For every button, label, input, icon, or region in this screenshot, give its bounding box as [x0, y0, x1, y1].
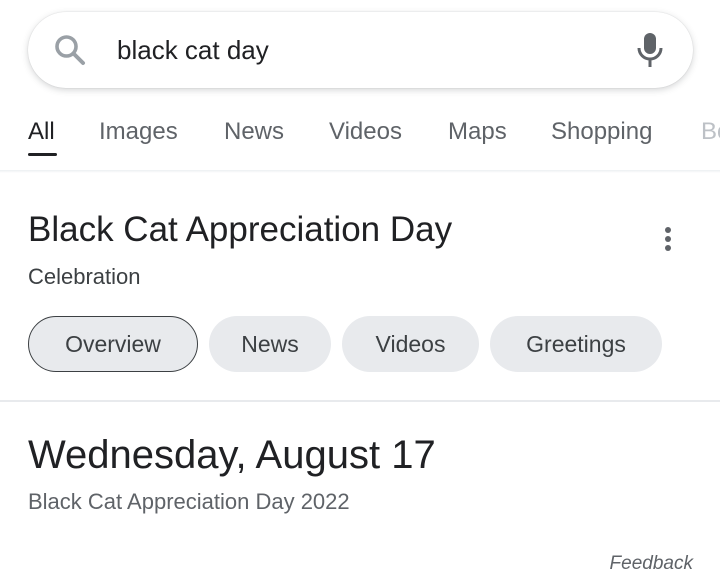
tab-all[interactable]: All: [28, 116, 55, 148]
chip-greetings-label: Greetings: [526, 330, 626, 357]
tab-news[interactable]: News: [224, 116, 284, 148]
search-bar[interactable]: black cat day: [28, 12, 693, 88]
tab-books[interactable]: Bo: [701, 116, 720, 148]
tab-images[interactable]: Images: [99, 116, 178, 148]
chip-news-label: News: [241, 330, 299, 357]
chip-videos-label: Videos: [375, 330, 446, 357]
chip-news[interactable]: News: [209, 316, 331, 372]
active-tab-indicator: [28, 153, 57, 156]
knowledge-panel-subtitle: Celebration: [28, 264, 141, 289]
chip-overview[interactable]: Overview: [28, 316, 198, 372]
tabs-divider: [0, 170, 720, 173]
more-options-button[interactable]: [652, 222, 684, 254]
search-tabs: All Images News Videos Maps Shopping Bo: [0, 100, 720, 170]
tab-maps[interactable]: Maps: [448, 116, 507, 148]
chip-videos[interactable]: Videos: [342, 316, 479, 372]
answer-description: Black Cat Appreciation Day 2022: [28, 489, 350, 514]
tab-shopping[interactable]: Shopping: [551, 116, 652, 148]
search-results-page: black cat day All Images News Videos Map…: [0, 0, 720, 575]
feedback-link[interactable]: Feedback: [610, 552, 693, 575]
search-icon[interactable]: [52, 32, 88, 68]
knowledge-panel-title: Black Cat Appreciation Day: [28, 210, 453, 249]
answer-date: Wednesday, August 17: [28, 433, 436, 477]
chip-overview-label: Overview: [65, 330, 161, 357]
chip-greetings[interactable]: Greetings: [490, 316, 662, 372]
section-divider: [0, 400, 720, 402]
search-input[interactable]: black cat day: [117, 34, 269, 66]
tab-videos[interactable]: Videos: [329, 116, 402, 148]
microphone-icon[interactable]: [634, 30, 666, 70]
